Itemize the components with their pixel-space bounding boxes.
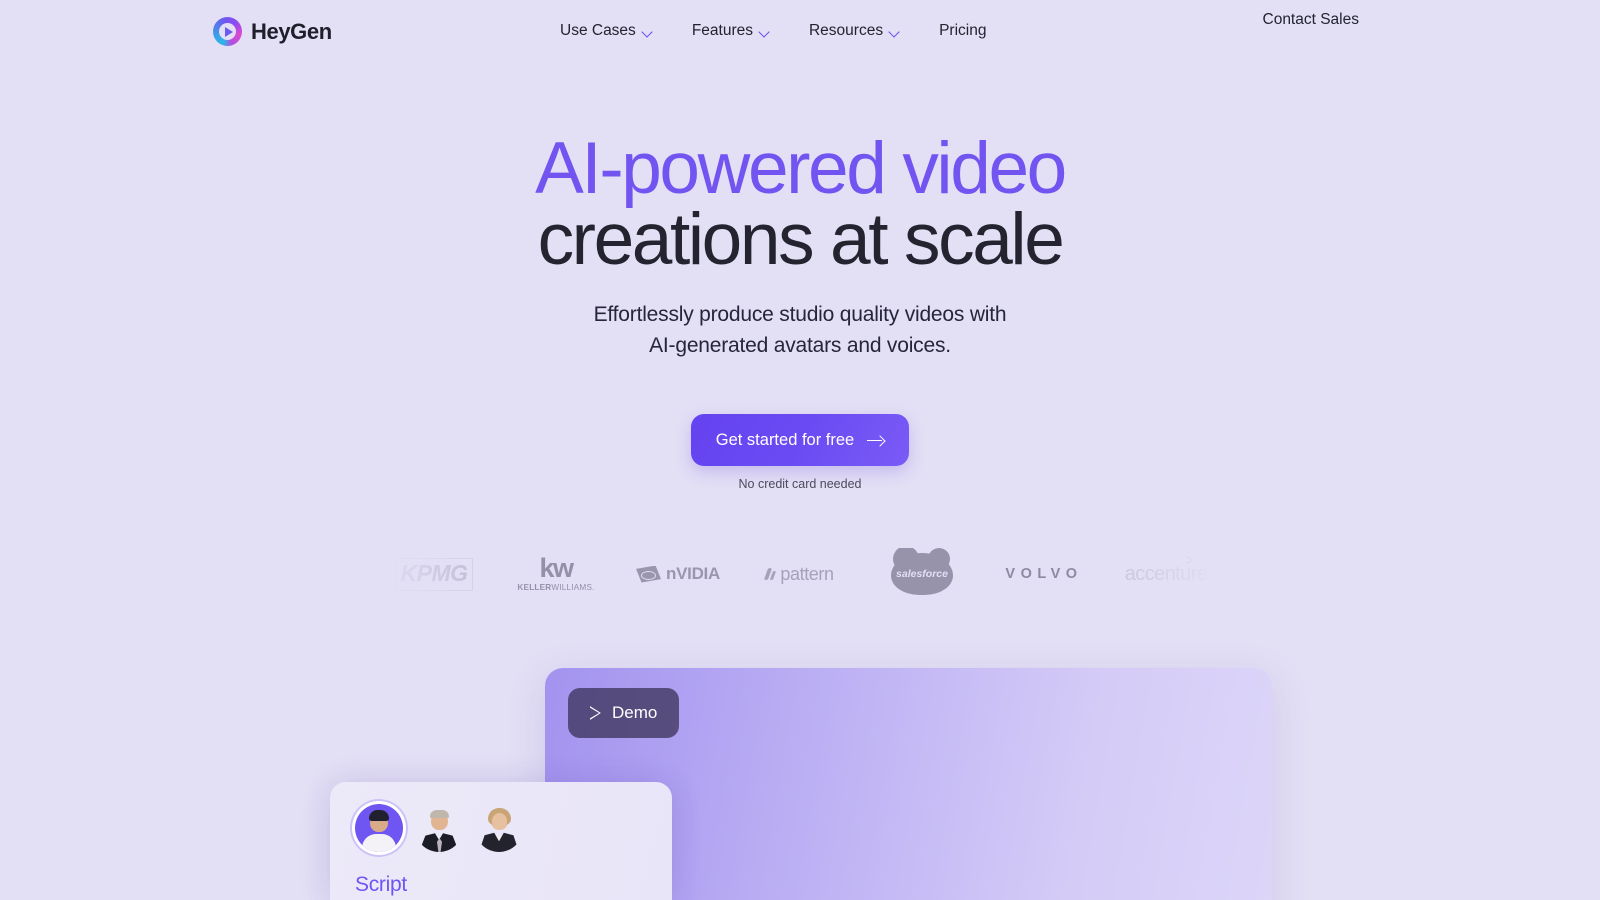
demo-play-button[interactable]: Demo [568, 688, 680, 738]
logo-text: KPMG [395, 557, 473, 591]
headline-line-2: creations at scale [537, 199, 1065, 280]
nav-item-label: Features [691, 22, 753, 39]
logo-kpmg: KPMG [373, 548, 495, 600]
heygen-play-logo-icon [213, 17, 242, 46]
page-title: AI-powered video creations at scale [0, 128, 1600, 280]
nav-item-resources[interactable]: Resources [809, 22, 901, 40]
script-label: Script [355, 873, 407, 896]
site-header: HeyGen Use Cases Features Resources Pric… [0, 0, 1600, 72]
logo-keller-williams: kw KELLERWILLIAMS. [495, 548, 617, 600]
logo-amazon: amazon [1227, 548, 1349, 600]
logo-pattern: pattern [739, 548, 861, 600]
pattern-slash-icon [764, 568, 777, 580]
logo-text: pattern [764, 563, 834, 585]
avatar-body [362, 834, 396, 852]
logo-volvo: VOLVO [983, 548, 1105, 600]
headline-line-1: AI-powered video [535, 128, 1067, 209]
logo-accenture: accenture > [1105, 548, 1227, 600]
nvidia-eye-icon [636, 565, 662, 583]
chevron-down-icon [890, 28, 901, 35]
nav-item-use-cases[interactable]: Use Cases [560, 22, 654, 40]
avatar-face [492, 813, 507, 829]
nav-item-label: Resources [808, 22, 884, 39]
get-started-for-free-button[interactable]: Get started for free [690, 414, 910, 466]
salesforce-cloud-icon: salesforce [891, 546, 953, 595]
avatar-option-1[interactable] [355, 804, 403, 852]
brand-logo-link[interactable]: HeyGen [213, 17, 332, 46]
primary-navigation: Use Cases Features Resources Pricing [560, 22, 986, 40]
logo-text: VOLVO [1005, 566, 1083, 582]
contact-sales-link[interactable]: Contact Sales [1263, 11, 1360, 29]
chevron-down-icon [643, 28, 654, 35]
accenture-caret-icon: > [1185, 551, 1194, 569]
logo-text-primary: pattern [780, 563, 834, 584]
nav-item-label: Use Cases [560, 22, 636, 39]
nav-item-label: Pricing [939, 22, 987, 39]
avatar-list [355, 804, 523, 852]
logo-text: nVIDIA [636, 564, 720, 584]
header-actions: Contact Sales Get started [1263, 11, 1600, 29]
chevron-down-icon [760, 28, 771, 35]
arrow-right-icon [867, 435, 884, 446]
logo-text: amazon [1257, 566, 1319, 582]
brand-name: HeyGen [251, 18, 332, 44]
avatar-option-3[interactable] [475, 804, 523, 852]
logo-salesforce: salesforce [861, 546, 983, 600]
logo-text-primary: nVIDIA [666, 564, 720, 583]
logo-text: accenture > [1124, 551, 1208, 585]
logo-text: kw KELLERWILLIAMS. [517, 555, 594, 592]
logo-nvidia: nVIDIA [617, 548, 739, 600]
cta-label: Get started for free [715, 430, 855, 449]
logo-text: salesforce [896, 568, 948, 580]
avatar-option-2[interactable] [415, 804, 463, 852]
avatar-selector-card: Script [330, 782, 672, 900]
demo-button-label: Demo [612, 703, 658, 722]
cta-note: No credit card needed [738, 477, 862, 491]
hero-cta-group: Get started for free No credit card need… [0, 414, 1600, 491]
logo-text-primary: kw [539, 553, 574, 584]
avatar-body [479, 832, 519, 852]
logo-text-secondary: KELLERWILLIAMS. [517, 583, 595, 593]
logo-fidelity: FIDELITY [251, 548, 373, 600]
customer-logo-strip: FIDELITY KPMG kw KELLERWILLIAMS. nVIDIA … [0, 546, 1600, 600]
play-icon [590, 706, 601, 720]
nav-item-features[interactable]: Features [692, 22, 771, 40]
logo-text: FIDELITY [273, 566, 351, 582]
hero-subheadline: Effortlessly produce studio quality vide… [593, 303, 1007, 357]
nav-item-pricing[interactable]: Pricing [939, 22, 986, 40]
